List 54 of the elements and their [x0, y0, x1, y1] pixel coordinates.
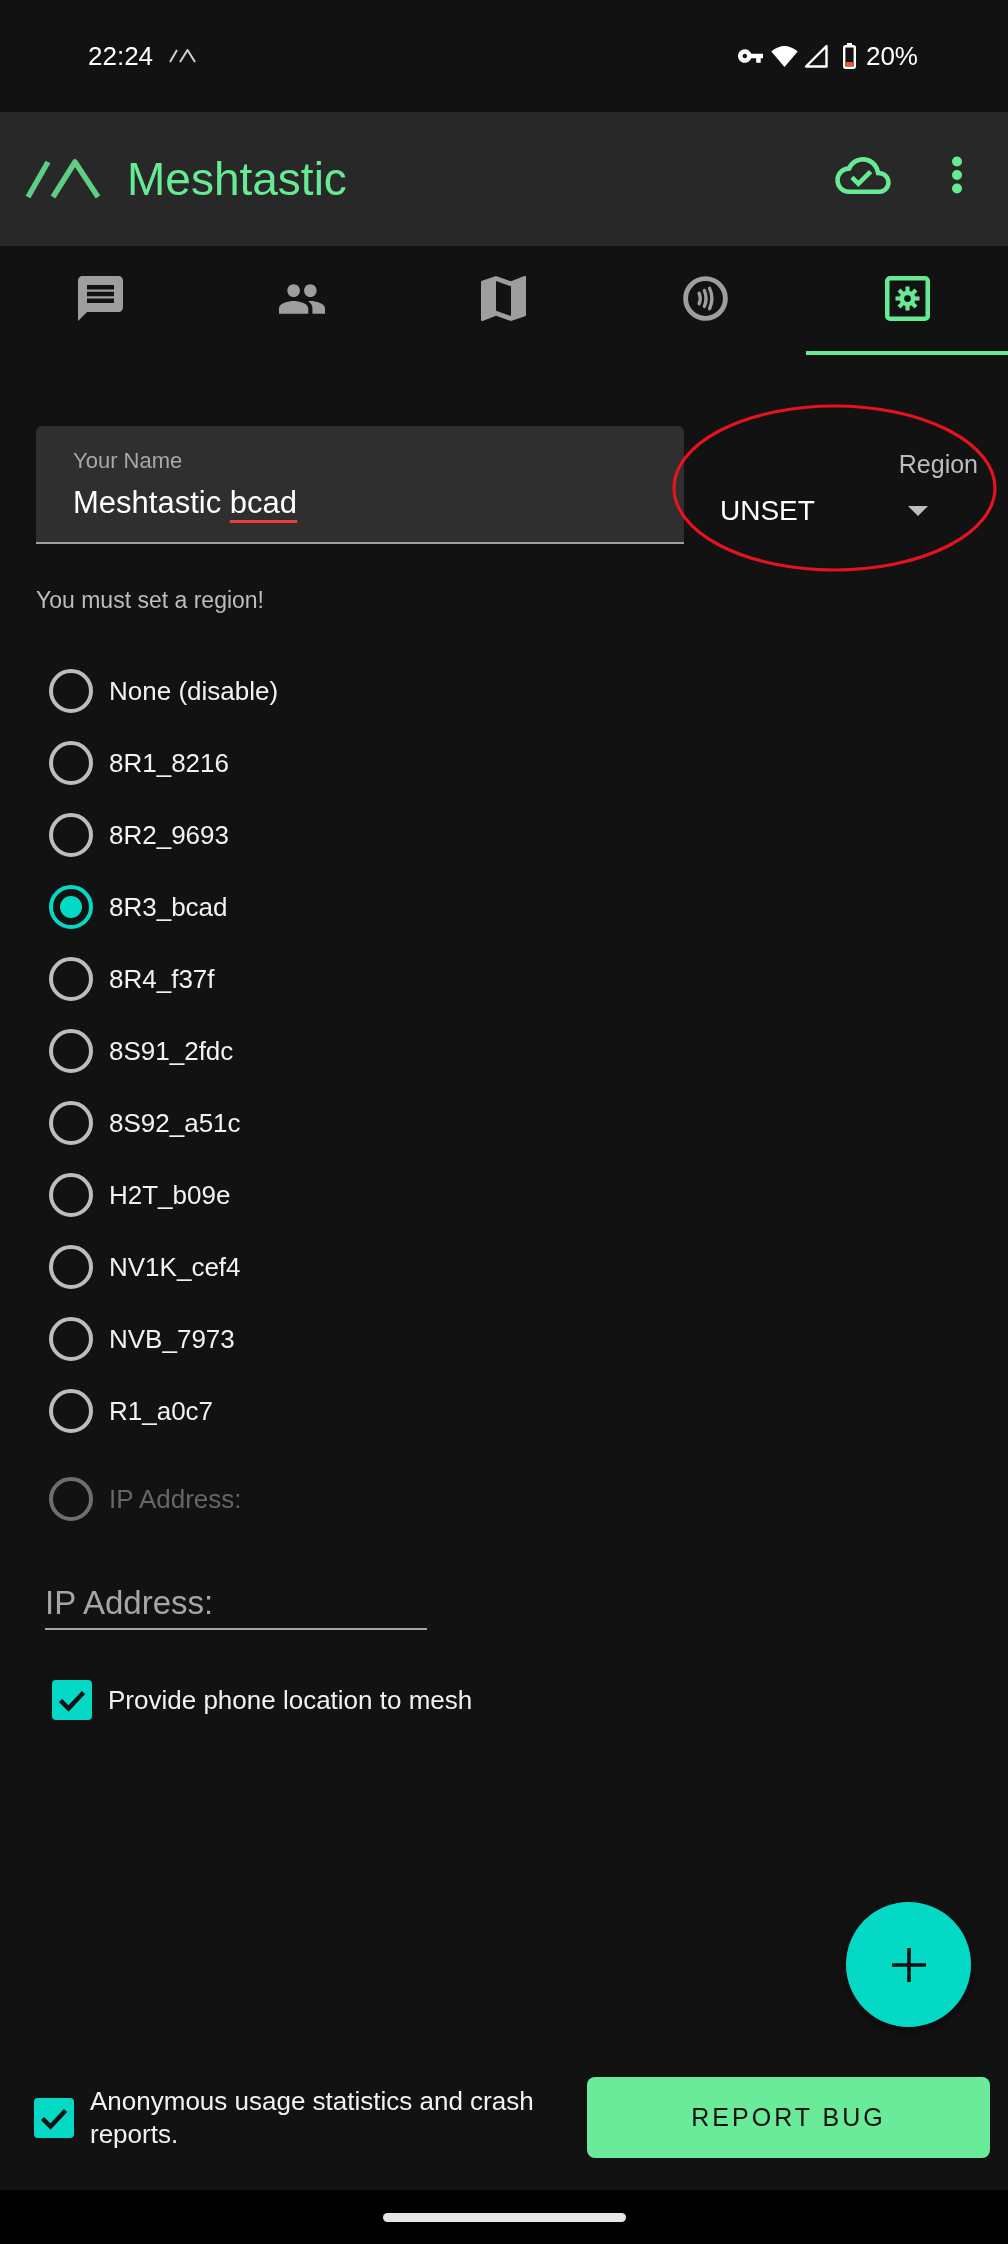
radio-label: NV1K_cef4	[109, 1251, 241, 1283]
radio-button[interactable]	[49, 1173, 93, 1217]
status-time: 22:24	[88, 41, 154, 71]
radio-label: NVB_7973	[109, 1323, 235, 1355]
radio-button[interactable]	[49, 1317, 93, 1361]
radio-label: 8R4_f37f	[109, 963, 215, 995]
radio-label: None (disable)	[109, 675, 279, 707]
radio-label: H2T_b09e	[109, 1179, 231, 1211]
radio-label: 8R2_9693	[109, 819, 229, 851]
field-label: Your Name	[73, 448, 184, 474]
chat-icon	[78, 276, 124, 321]
wifi-icon	[770, 45, 798, 67]
radio-label: R1_a0c7	[109, 1395, 214, 1427]
plus-icon	[891, 1947, 926, 1982]
radio-label: 8R1_8216	[109, 747, 229, 779]
radio-button[interactable]	[49, 885, 93, 929]
radio-button[interactable]	[49, 669, 93, 713]
caret-icon	[908, 506, 928, 516]
radio-label: 8R3_bcad	[109, 891, 228, 923]
people-icon	[279, 283, 326, 314]
radio-button[interactable]	[49, 1245, 93, 1289]
signal-icon	[803, 44, 828, 68]
radio-button[interactable]	[49, 957, 93, 1001]
checkbox[interactable]	[52, 1680, 92, 1720]
logo-icon	[25, 159, 101, 199]
app-title: Meshtastic	[127, 153, 347, 205]
radio-label: 8S92_a51c	[109, 1107, 241, 1139]
cloud-check-icon[interactable]	[835, 156, 891, 194]
key-icon	[737, 49, 763, 63]
checkbox[interactable]	[34, 2097, 74, 2138]
radio-button[interactable]	[49, 1029, 93, 1073]
dropdown-label: Region	[897, 449, 979, 479]
radio-button[interactable]	[49, 741, 93, 785]
home-indicator[interactable]	[382, 2212, 626, 2222]
battery-icon	[842, 43, 856, 69]
radio-label: IP Address:	[109, 1483, 242, 1515]
ip-address-field[interactable]: IP Address:	[45, 1578, 427, 1630]
checkbox-label: Provide phone location to mesh	[108, 1684, 473, 1716]
radio-label: 8S91_2fdc	[109, 1035, 234, 1067]
report-bug-button[interactable]: REPORT BUG	[587, 2077, 990, 2158]
field-value: Meshtastic bcad	[73, 485, 299, 521]
radio-button[interactable]	[49, 1101, 93, 1145]
more-options-icon[interactable]	[951, 156, 963, 194]
radio-button[interactable]	[49, 1389, 93, 1433]
radio-button[interactable]	[49, 813, 93, 857]
map-icon	[481, 276, 527, 321]
region-warning: You must set a region!	[36, 586, 265, 615]
checkbox-label: Anonymous usage statistics and crash reports.	[90, 2084, 535, 2151]
settings-icon	[884, 276, 930, 321]
battery-percentage: 20%	[865, 41, 918, 71]
region-dropdown[interactable]: UNSET	[720, 493, 928, 529]
contactless-icon	[683, 276, 729, 321]
name-field[interactable]: Your Name Meshtastic bcad	[36, 426, 684, 544]
logo-icon	[169, 49, 198, 63]
